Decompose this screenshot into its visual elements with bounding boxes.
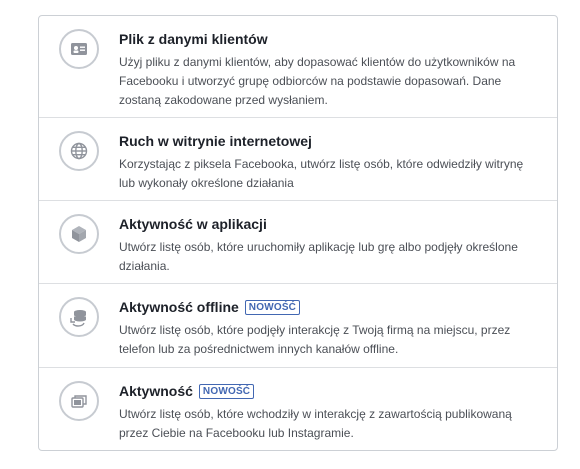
- option-description: Utwórz listę osób, które uruchomiły apli…: [119, 240, 518, 273]
- option-description: Utwórz listę osób, które wchodziły w int…: [119, 407, 512, 440]
- option-offline-activity[interactable]: Aktywność offline NOWOŚĆ Utwórz listę os…: [39, 284, 557, 368]
- option-title: Plik z danymi klientów: [119, 31, 268, 47]
- option-title: Aktywność: [119, 383, 193, 399]
- option-customer-file[interactable]: Plik z danymi klientów Użyj pliku z dany…: [39, 16, 557, 118]
- audience-source-list: Plik z danymi klientów Użyj pliku z dany…: [38, 15, 558, 451]
- option-app-activity[interactable]: Aktywność w aplikacji Utwórz listę osób,…: [39, 201, 557, 284]
- option-description: Korzystając z piksela Facebooka, utwórz …: [119, 157, 524, 190]
- content-gallery-icon: [59, 381, 99, 421]
- option-title: Aktywność w aplikacji: [119, 216, 267, 232]
- app-cube-icon: [59, 214, 99, 254]
- option-description: Utwórz listę osób, które podjęły interak…: [119, 323, 511, 356]
- contact-card-icon: [59, 29, 99, 69]
- offline-sync-icon: [59, 297, 99, 337]
- option-description: Użyj pliku z danymi klientów, aby dopaso…: [119, 55, 516, 107]
- new-badge: NOWOŚĆ: [198, 383, 255, 399]
- globe-icon: [59, 131, 99, 171]
- option-website-traffic[interactable]: Ruch w witrynie internetowej Korzystając…: [39, 118, 557, 201]
- option-title: Ruch w witrynie internetowej: [119, 133, 312, 149]
- option-engagement[interactable]: Aktywność NOWOŚĆ Utwórz listę osób, któr…: [39, 368, 557, 450]
- option-title: Aktywność offline: [119, 299, 239, 315]
- new-badge: NOWOŚĆ: [244, 299, 301, 315]
